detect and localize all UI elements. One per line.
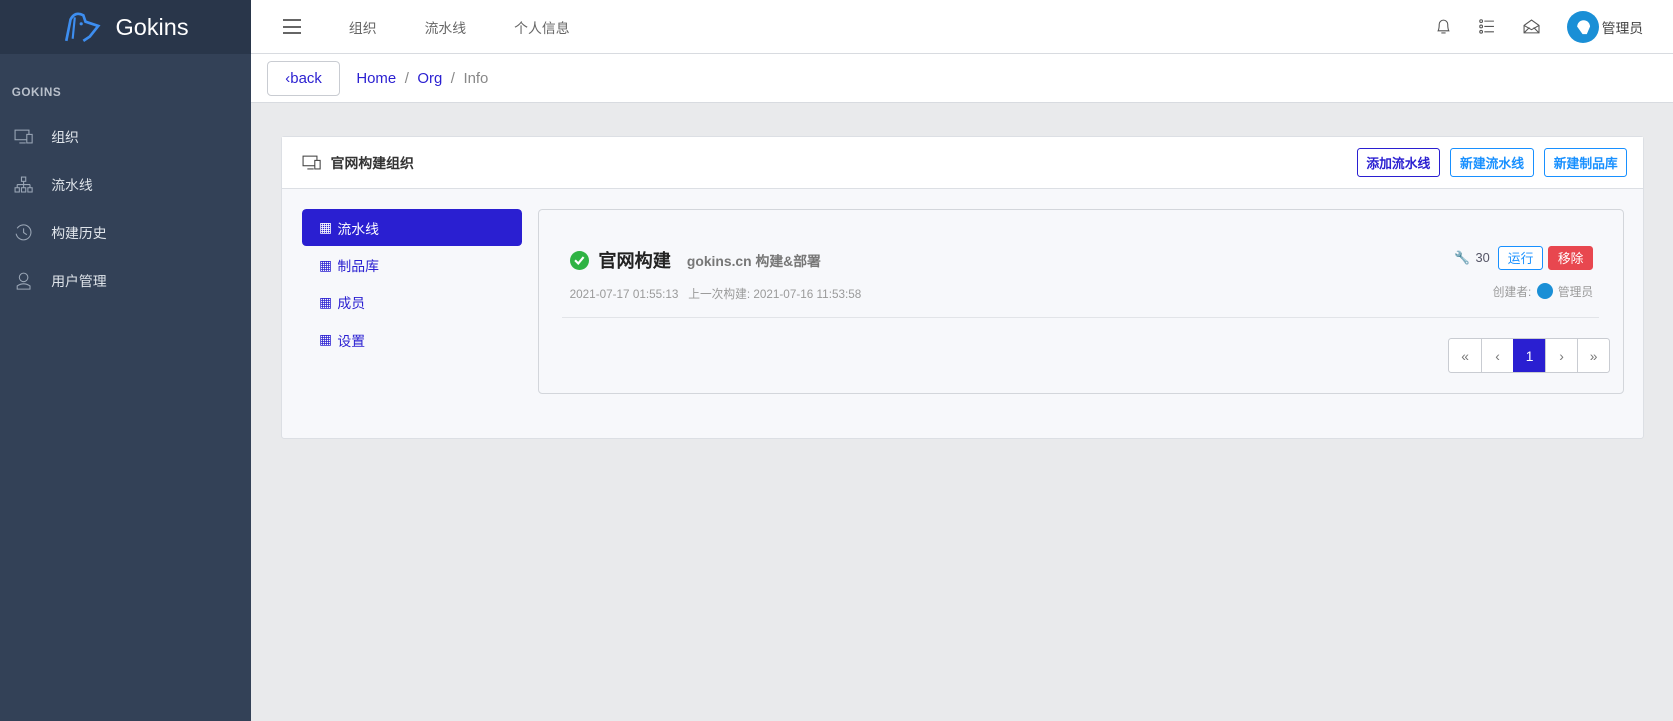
page-1[interactable]: 1 (1513, 339, 1546, 373)
pipeline-times: 2021-07-17 01:55:13 上一次构建: 2021-07-16 11… (570, 285, 862, 302)
creator-name: 管理员 (1557, 285, 1594, 299)
user-name: 管理员 (1601, 19, 1644, 36)
sidebar-item-pipeline[interactable]: 流水线 (0, 160, 251, 208)
sidebar-item-label: 用户管理 (51, 273, 107, 290)
pipeline-name[interactable]: 官网构建 (598, 247, 671, 273)
page-last[interactable]: » (1577, 339, 1609, 373)
calculator-icon: ▦ (318, 219, 333, 236)
sidebar-item-users[interactable]: 用户管理 (0, 256, 251, 304)
bell-icon[interactable] (1436, 18, 1451, 35)
topnav-org[interactable]: 组织 (349, 17, 377, 37)
sidebar-section-title: GOKINS (11, 86, 62, 100)
sidebar-item-label: 流水线 (51, 177, 93, 194)
breadcrumb-info: Info (463, 69, 489, 87)
page-next[interactable]: › (1545, 339, 1577, 373)
dog-logo-icon (65, 12, 101, 43)
menu-label: 流水线 (337, 220, 379, 237)
new-pipeline-button[interactable]: 新建流水线 (1450, 147, 1534, 177)
creator-label: 创建者: (1492, 285, 1532, 299)
history-icon (14, 223, 35, 242)
topnav-profile[interactable]: 个人信息 (514, 17, 569, 37)
sidebar-item-org[interactable]: 组织 (0, 112, 251, 160)
org-menu-artifacts[interactable]: ▦ 制品库 (302, 246, 522, 283)
avatar (1567, 10, 1600, 43)
calculator-icon: ▦ (318, 293, 333, 310)
wrench-icon: 🔧 (1454, 249, 1471, 265)
list-item: 官网构建 gokins.cn 构建&部署 2021-07-17 01:55:13… (562, 210, 1600, 318)
sidebar: Gokins GOKINS 组织 流水线 构建历史 用户管理 (0, 0, 251, 721)
menu-label: 成员 (337, 295, 366, 312)
breadcrumb: Home / Org / Info (356, 70, 488, 87)
breadcrumb-sep: / (450, 69, 455, 87)
menu-label: 设置 (337, 332, 366, 349)
topnav-pipeline[interactable]: 流水线 (425, 17, 467, 37)
sidebar-item-label: 构建历史 (51, 225, 107, 242)
org-menu-members[interactable]: ▦ 成员 (302, 284, 522, 321)
calculator-icon: ▦ (318, 331, 333, 348)
last-build-time: 上一次构建: 2021-07-16 11:53:58 (688, 287, 862, 301)
page-first[interactable]: « (1449, 339, 1481, 372)
monitor-icon (14, 128, 35, 145)
run-button[interactable]: 运行 (1498, 246, 1543, 270)
sitemap-icon (14, 176, 35, 193)
created-time: 2021-07-17 01:55:13 (569, 287, 679, 301)
breadcrumb-bar: ‹ back Home / Org / Info (250, 54, 1673, 104)
menu-label: 制品库 (337, 258, 379, 275)
monitor-icon (302, 154, 321, 171)
menu-toggle-icon[interactable] (282, 19, 301, 35)
back-button[interactable]: ‹ back (266, 60, 341, 97)
user-menu[interactable]: 管理员 (1567, 10, 1644, 43)
pagination: « ‹ 1 › » (1448, 338, 1611, 374)
user-icon (14, 271, 35, 290)
page-prev[interactable]: ‹ (1481, 339, 1513, 373)
breadcrumb-org[interactable]: Org (417, 70, 442, 87)
add-pipeline-button[interactable]: 添加流水线 (1356, 147, 1440, 177)
topbar: 组织 流水线 个人信息 管理员 (250, 0, 1673, 55)
sidebar-item-history[interactable]: 构建历史 (0, 208, 251, 256)
success-check-icon (569, 250, 589, 270)
breadcrumb-home[interactable]: Home (356, 70, 396, 87)
new-artifact-repo-button[interactable]: 新建制品库 (1544, 147, 1628, 177)
org-title: 官网构建组织 (330, 155, 414, 172)
build-count: 30 (1475, 250, 1490, 266)
org-card: 官网构建组织 添加流水线 新建流水线 新建制品库 ▦ 流水线 ▦ 制品库 ▦ 成员 ▦… (280, 135, 1645, 439)
pipeline-desc: gokins.cn 构建&部署 (686, 253, 821, 270)
calculator-icon: ▦ (318, 256, 333, 273)
org-menu-pipeline[interactable]: ▦ 流水线 (301, 209, 522, 247)
brand[interactable]: Gokins (0, 0, 251, 55)
breadcrumb-sep: / (404, 69, 409, 87)
back-label: back (290, 69, 322, 87)
org-menu-settings[interactable]: ▦ 设置 (302, 321, 522, 358)
sidebar-item-label: 组织 (51, 129, 79, 146)
creator-avatar (1536, 283, 1553, 300)
brand-name: Gokins (115, 13, 189, 40)
org-menu: ▦ 流水线 ▦ 制品库 ▦ 成员 ▦ 设置 (301, 209, 522, 358)
list-icon[interactable] (1479, 19, 1495, 34)
pipeline-panel: 官网构建 gokins.cn 构建&部署 2021-07-17 01:55:13… (537, 209, 1624, 394)
remove-button[interactable]: 移除 (1548, 246, 1594, 270)
mail-icon[interactable] (1523, 19, 1540, 34)
